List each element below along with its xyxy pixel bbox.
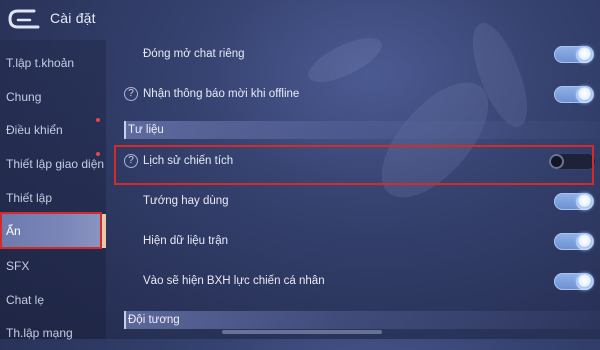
sidebar-item-label: Điều khiển — [6, 123, 63, 137]
match-data-toggle[interactable] — [554, 233, 594, 250]
sidebar-item-label: Ẩn — [6, 224, 21, 238]
sidebar-item-label: Th.lập mạng — [6, 326, 73, 340]
private-chat-toggle[interactable] — [554, 46, 594, 63]
sidebar-item-general[interactable]: Chung — [0, 80, 106, 114]
setting-row-fav-heroes: Tướng hay dùng — [116, 187, 600, 217]
sidebar-item-label: Chung — [6, 90, 42, 104]
setting-row-power-ranking: Vào sẽ hiện BXH lực chiến cá nhân — [116, 267, 600, 297]
setting-label: Đóng mở chat riêng — [143, 48, 245, 60]
setting-row-private-chat: Đóng mở chat riêng — [116, 40, 600, 70]
sidebar-item-quick-chat[interactable]: Chat lẹ — [0, 283, 106, 317]
sidebar-item-hidden[interactable]: Ẩn — [0, 214, 106, 248]
scroll-indicator[interactable] — [222, 330, 382, 334]
toggle-knob — [576, 46, 593, 63]
sidebar-item-interface[interactable]: Thiết lập giao diện — [0, 147, 106, 181]
back-button[interactable] — [4, 6, 44, 34]
page-title: Cài đặt — [50, 10, 96, 26]
toggle-knob — [576, 86, 593, 103]
sidebar-item-label: Chat lẹ — [6, 293, 45, 307]
setting-label: Tướng hay dùng — [143, 195, 229, 207]
sidebar-item-settings[interactable]: Thiết lập — [0, 181, 106, 215]
sidebar-item-label: Thiết lập giao diện — [6, 157, 105, 171]
back-arrow-icon — [8, 9, 40, 29]
fav-heroes-toggle[interactable] — [554, 193, 594, 210]
setting-row-match-data: Hiện dữ liệu trận — [116, 227, 600, 257]
toggle-knob — [576, 193, 593, 210]
help-icon[interactable]: ? — [124, 87, 138, 101]
sidebar-item-label: Thiết lập — [6, 191, 53, 205]
sidebar-item-network[interactable]: Th.lập mạng — [0, 316, 106, 350]
notification-dot — [96, 152, 100, 156]
notification-dot — [96, 118, 100, 122]
sidebar-item-account[interactable]: T.lập t.khoản — [0, 46, 106, 80]
setting-label: Nhận thông báo mời khi offline — [143, 88, 300, 100]
setting-label: Hiện dữ liệu trận — [143, 235, 229, 247]
top-bar: Cài đặt — [0, 0, 600, 40]
power-ranking-toggle[interactable] — [554, 273, 594, 290]
toggle-knob — [576, 273, 593, 290]
setting-row-offline-invite: ? Nhận thông báo mời khi offline — [116, 80, 600, 110]
setting-label: Vào sẽ hiện BXH lực chiến cá nhân — [143, 275, 325, 287]
row-highlight-box — [114, 145, 594, 185]
sidebar: T.lập t.khoản Chung Điều khiển Thiết lập… — [0, 40, 106, 340]
sidebar-item-label: T.lập t.khoản — [6, 56, 75, 70]
sidebar-item-controls[interactable]: Điều khiển — [0, 113, 106, 147]
section-header-team: Đội tương — [124, 311, 600, 329]
sidebar-item-sfx[interactable]: SFX — [0, 249, 106, 283]
offline-invite-toggle[interactable] — [554, 86, 594, 103]
section-header-data: Tư liệu — [124, 121, 600, 139]
sidebar-item-label: SFX — [6, 259, 30, 273]
toggle-knob — [576, 233, 593, 250]
